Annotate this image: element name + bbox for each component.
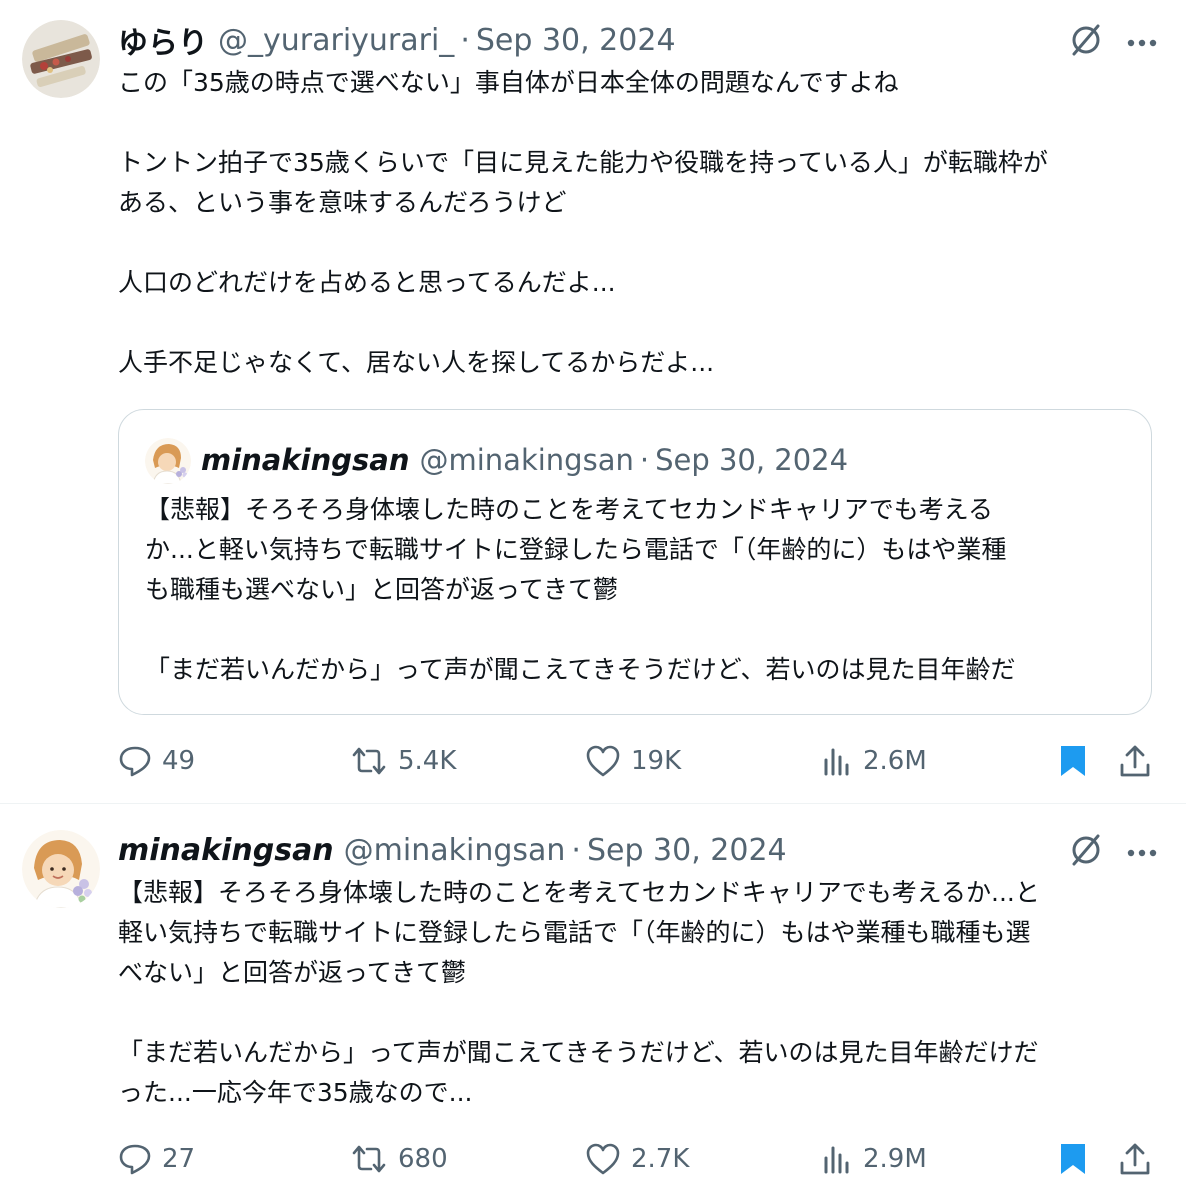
tweet-header: minakingsan @minakingsan · Sep 30, 2024	[118, 830, 787, 870]
views-button[interactable]: 2.9M	[821, 1137, 927, 1181]
share-icon[interactable]	[1118, 743, 1152, 783]
tweet-text-line	[118, 103, 1158, 143]
grok-icon[interactable]	[1068, 22, 1104, 62]
reply-count: 49	[162, 746, 196, 776]
bookmark-icon[interactable]	[1058, 743, 1088, 783]
quoted-text: 【悲報】そろそろ身体壊した時のことを考えてセカンドキャリアでも考える か...と…	[145, 490, 1135, 690]
reply-icon	[119, 746, 151, 777]
tweet[interactable]: ゆらり @_yurariyurari_ · Sep 30, 2024 この「35…	[0, 0, 1186, 804]
tweet-text-line	[118, 303, 1158, 343]
repost-icon	[352, 1145, 386, 1173]
avatar[interactable]	[22, 20, 100, 98]
like-button[interactable]: 19K	[585, 739, 681, 783]
views-icon	[824, 1146, 849, 1174]
repost-icon	[352, 747, 386, 775]
reply-button[interactable]: 49	[118, 739, 195, 783]
tweet-text: この「35歳の時点で選べない」事自体が日本全体の問題なんですよね トントン拍子で…	[118, 63, 1158, 383]
tweet-date[interactable]: Sep 30, 2024	[476, 23, 676, 58]
quoted-text-line: 【悲報】そろそろ身体壊した時のことを考えてセカンドキャリアでも考える	[145, 495, 994, 524]
views-count: 2.6M	[863, 746, 927, 776]
action-bar: 49 5.4K 19K 2.6M	[118, 739, 1158, 783]
tweet-text-line	[118, 223, 1158, 263]
quoted-header: minakingsan @minakingsan · Sep 30, 2024	[201, 440, 848, 480]
reply-button[interactable]: 27	[118, 1137, 195, 1181]
tweet-text-line: トントン拍子で35歳くらいで「目に見えた能力や役職を持っている人」が転職枠が	[118, 148, 1048, 177]
header-actions	[1068, 22, 1158, 62]
action-bar: 27 680 2.7K 2.9M	[118, 1137, 1158, 1181]
like-button[interactable]: 2.7K	[585, 1137, 689, 1181]
author-handle[interactable]: @minakingsan	[344, 833, 566, 868]
tweet-text-line: 「まだ若いんだから」って声が聞こえてきそうだけど、若いのは見た目年齢だけだ	[118, 1038, 1039, 1067]
like-icon	[586, 745, 620, 777]
views-icon	[824, 748, 849, 776]
tweet-text-line	[118, 993, 1158, 1033]
tweet-text: 【悲報】そろそろ身体壊した時のことを考えてセカンドキャリアでも考えるか...と …	[118, 873, 1158, 1113]
like-count: 19K	[631, 746, 682, 776]
tweet-text-line: った...一応今年で35歳なので...	[118, 1078, 473, 1107]
separator-dot: ·	[571, 832, 581, 868]
like-icon	[586, 1143, 620, 1175]
author-name[interactable]: ゆらり	[118, 18, 208, 62]
quoted-avatar[interactable]	[145, 438, 191, 484]
quoted-tweet[interactable]: minakingsan @minakingsan · Sep 30, 2024 …	[118, 409, 1152, 715]
header-actions	[1068, 832, 1158, 872]
quoted-text-line	[145, 610, 1135, 650]
reply-count: 27	[162, 1144, 196, 1174]
quoted-text-line: も職種も選べない」と回答が返ってきて鬱	[145, 575, 619, 604]
share-icon[interactable]	[1118, 1141, 1152, 1181]
author-handle[interactable]: @_yurariyurari_	[218, 23, 454, 58]
views-count: 2.9M	[863, 1144, 927, 1174]
bookmark-icon[interactable]	[1058, 1141, 1088, 1181]
tweet-text-line: 軽い気持ちで転職サイトに登録したら電話で「（年齢的に）もはや業種も職種も選	[118, 918, 1031, 947]
quoted-date[interactable]: Sep 30, 2024	[655, 443, 848, 477]
tweet-text-line: べない」と回答が返ってきて鬱	[118, 958, 467, 987]
author-name[interactable]: minakingsan	[118, 833, 334, 868]
quoted-author-handle[interactable]: @minakingsan	[419, 443, 633, 477]
tweet-text-line: この「35歳の時点で選べない」事自体が日本全体の問題なんですよね	[118, 68, 899, 97]
separator-dot: ·	[460, 22, 470, 58]
quoted-text-line: 「まだ若いんだから」って声が聞こえてきそうだけど、若いのは見た目年齢だ	[145, 655, 1016, 684]
tweet-date[interactable]: Sep 30, 2024	[587, 833, 787, 868]
tweet[interactable]: minakingsan @minakingsan · Sep 30, 2024 …	[0, 804, 1186, 1192]
repost-count: 5.4K	[398, 746, 457, 776]
grok-icon[interactable]	[1068, 832, 1104, 872]
tweet-header: ゆらり @_yurariyurari_ · Sep 30, 2024	[118, 18, 676, 62]
reply-icon	[119, 1144, 151, 1175]
more-icon[interactable]	[1126, 33, 1158, 52]
quoted-text-line: か...と軽い気持ちで転職サイトに登録したら電話で「（年齢的に）もはや業種	[145, 535, 1007, 564]
separator-dot: ·	[639, 443, 650, 477]
repost-button[interactable]: 680	[350, 1137, 448, 1181]
more-icon[interactable]	[1126, 843, 1158, 862]
views-button[interactable]: 2.6M	[821, 739, 927, 783]
repost-count: 680	[398, 1144, 448, 1174]
tweet-text-line: 人手不足じゃなくて、居ない人を探してるからだよ...	[118, 348, 715, 377]
repost-button[interactable]: 5.4K	[350, 739, 456, 783]
avatar[interactable]	[22, 830, 100, 908]
quoted-avatar-image	[145, 438, 191, 484]
tweet-text-line: 人口のどれだけを占めると思ってるんだよ...	[118, 268, 616, 297]
like-count: 2.7K	[631, 1144, 690, 1174]
tweet-text-line: 【悲報】そろそろ身体壊した時のことを考えてセカンドキャリアでも考えるか...と	[118, 878, 1040, 907]
tweet-text-line: ある、という事を意味するんだろうけど	[118, 188, 567, 217]
avatar-image	[22, 20, 100, 98]
avatar-image	[22, 830, 100, 908]
quoted-author-name[interactable]: minakingsan	[201, 443, 409, 477]
